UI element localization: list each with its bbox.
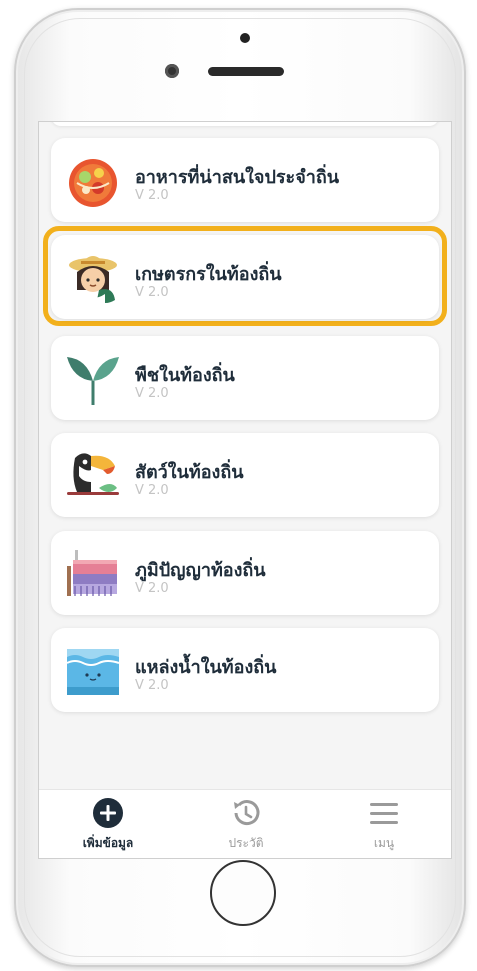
list-item-local-plants[interactable]: พืชในท้องถิ่น V 2.0: [51, 336, 439, 420]
earpiece-speaker: [208, 67, 284, 76]
app-screen: อาหารที่น่าสนใจประจำถิ่น V 2.0 เกษตรกรใน…: [38, 121, 452, 859]
bottom-tab-bar: เพิ่มข้อมูล ประวัติ เมนู: [39, 789, 451, 858]
list-item-version: V 2.0: [135, 285, 169, 300]
proximity-sensor: [240, 33, 250, 43]
list-item-version: V 2.0: [135, 188, 169, 203]
home-button[interactable]: [210, 860, 276, 926]
list-item-version: V 2.0: [135, 483, 169, 498]
hamburger-menu-icon: [370, 803, 398, 824]
farmer-icon: [69, 256, 117, 306]
tab-menu[interactable]: เมนู: [315, 790, 451, 858]
food-bowl-icon: [69, 159, 117, 207]
history-icon: [234, 800, 260, 826]
tab-add-data[interactable]: เพิ่มข้อมูล: [39, 790, 177, 858]
tab-history[interactable]: ประวัติ: [177, 790, 315, 858]
water-icon: [66, 649, 120, 695]
front-camera: [165, 64, 179, 78]
tab-label: เมนู: [373, 836, 395, 850]
list-item-local-wisdom[interactable]: ภูมิปัญญาท้องถิ่น V 2.0: [51, 531, 439, 615]
list-item-local-water[interactable]: แหล่งน้ำในท้องถิ่น V 2.0: [51, 628, 439, 712]
list-item-local-animals[interactable]: สัตว์ในท้องถิ่น V 2.0: [51, 433, 439, 517]
list-item-title: ภูมิปัญญาท้องถิ่น: [135, 560, 266, 581]
tab-label: เพิ่มข้อมูล: [82, 836, 134, 850]
plant-sprout-icon: [67, 357, 119, 405]
toucan-icon: [67, 453, 119, 495]
scrolled-card-edge: [51, 122, 439, 126]
list-item-version: V 2.0: [135, 678, 169, 693]
list-item-title: แหล่งน้ำในท้องถิ่น: [135, 657, 277, 678]
tab-label: ประวัติ: [228, 836, 264, 850]
list-item-version: V 2.0: [135, 386, 169, 401]
list-item-title: พืชในท้องถิ่น: [135, 365, 235, 386]
list-item-version: V 2.0: [135, 581, 169, 596]
list-item-title: สัตว์ในท้องถิ่น: [135, 462, 244, 483]
list-item-title: เกษตรกรในท้องถิ่น: [135, 264, 282, 285]
list-item-local-farmers[interactable]: เกษตรกรในท้องถิ่น V 2.0: [51, 235, 439, 319]
list-item-title: อาหารที่น่าสนใจประจำถิ่น: [135, 167, 340, 188]
list-item-local-food[interactable]: อาหารที่น่าสนใจประจำถิ่น V 2.0: [51, 138, 439, 222]
plus-circle-icon: [93, 798, 123, 828]
loom-weaving-icon: [67, 550, 117, 596]
